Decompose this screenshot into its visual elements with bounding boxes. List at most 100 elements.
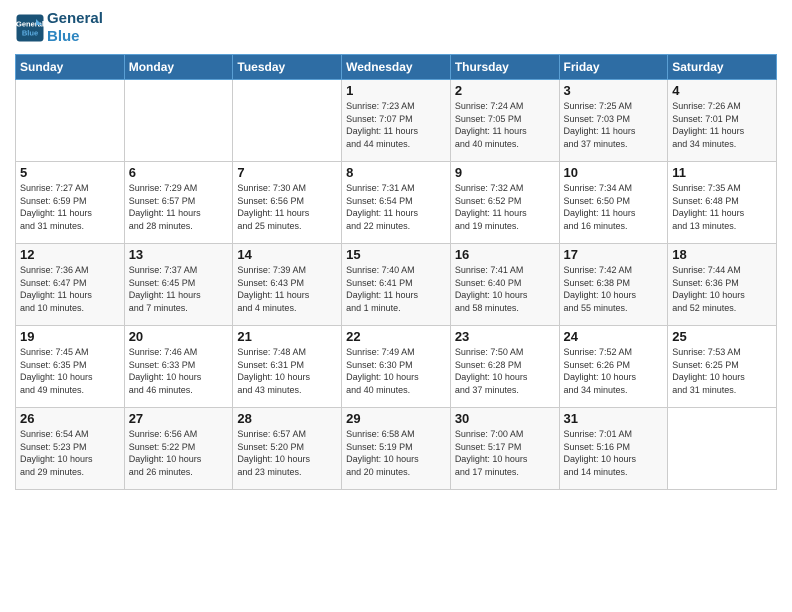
calendar-cell: 17 Sunrise: 7:42 AM Sunset: 6:38 PM Dayli… xyxy=(559,244,668,326)
day-info: Sunrise: 7:23 AM Sunset: 7:07 PM Dayligh… xyxy=(346,100,446,150)
day-number: 7 xyxy=(237,165,337,180)
logo-text-line2: Blue xyxy=(47,28,103,46)
day-info: Sunrise: 6:56 AM Sunset: 5:22 PM Dayligh… xyxy=(129,428,229,478)
day-number: 16 xyxy=(455,247,555,262)
day-number: 18 xyxy=(672,247,772,262)
day-info: Sunrise: 7:49 AM Sunset: 6:30 PM Dayligh… xyxy=(346,346,446,396)
week-row-1: 1 Sunrise: 7:23 AM Sunset: 7:07 PM Daylig… xyxy=(16,80,777,162)
calendar-cell: 22 Sunrise: 7:49 AM Sunset: 6:30 PM Dayli… xyxy=(342,326,451,408)
day-info: Sunrise: 7:37 AM Sunset: 6:45 PM Dayligh… xyxy=(129,264,229,314)
calendar-cell: 21 Sunrise: 7:48 AM Sunset: 6:31 PM Dayli… xyxy=(233,326,342,408)
week-row-4: 19 Sunrise: 7:45 AM Sunset: 6:35 PM Dayli… xyxy=(16,326,777,408)
day-info: Sunrise: 7:25 AM Sunset: 7:03 PM Dayligh… xyxy=(564,100,664,150)
day-info: Sunrise: 7:29 AM Sunset: 6:57 PM Dayligh… xyxy=(129,182,229,232)
day-info: Sunrise: 7:42 AM Sunset: 6:38 PM Dayligh… xyxy=(564,264,664,314)
calendar-cell: 6 Sunrise: 7:29 AM Sunset: 6:57 PM Daylig… xyxy=(124,162,233,244)
logo-icon: General Blue xyxy=(15,13,45,43)
week-row-5: 26 Sunrise: 6:54 AM Sunset: 5:23 PM Dayli… xyxy=(16,408,777,490)
calendar-cell: 29 Sunrise: 6:58 AM Sunset: 5:19 PM Dayli… xyxy=(342,408,451,490)
calendar-cell: 26 Sunrise: 6:54 AM Sunset: 5:23 PM Dayli… xyxy=(16,408,125,490)
header-saturday: Saturday xyxy=(668,55,777,80)
calendar-cell: 27 Sunrise: 6:56 AM Sunset: 5:22 PM Dayli… xyxy=(124,408,233,490)
day-number: 12 xyxy=(20,247,120,262)
calendar-cell: 23 Sunrise: 7:50 AM Sunset: 6:28 PM Dayli… xyxy=(450,326,559,408)
calendar-cell: 5 Sunrise: 7:27 AM Sunset: 6:59 PM Daylig… xyxy=(16,162,125,244)
day-number: 14 xyxy=(237,247,337,262)
calendar-cell xyxy=(124,80,233,162)
day-number: 1 xyxy=(346,83,446,98)
calendar-cell: 8 Sunrise: 7:31 AM Sunset: 6:54 PM Daylig… xyxy=(342,162,451,244)
calendar-cell: 2 Sunrise: 7:24 AM Sunset: 7:05 PM Daylig… xyxy=(450,80,559,162)
calendar-header-row: SundayMondayTuesdayWednesdayThursdayFrid… xyxy=(16,55,777,80)
calendar-cell: 13 Sunrise: 7:37 AM Sunset: 6:45 PM Dayli… xyxy=(124,244,233,326)
day-info: Sunrise: 6:57 AM Sunset: 5:20 PM Dayligh… xyxy=(237,428,337,478)
day-info: Sunrise: 7:31 AM Sunset: 6:54 PM Dayligh… xyxy=(346,182,446,232)
day-number: 27 xyxy=(129,411,229,426)
calendar-cell: 25 Sunrise: 7:53 AM Sunset: 6:25 PM Dayli… xyxy=(668,326,777,408)
svg-text:Blue: Blue xyxy=(22,29,38,38)
header-friday: Friday xyxy=(559,55,668,80)
day-number: 31 xyxy=(564,411,664,426)
day-info: Sunrise: 7:50 AM Sunset: 6:28 PM Dayligh… xyxy=(455,346,555,396)
calendar-cell: 19 Sunrise: 7:45 AM Sunset: 6:35 PM Dayli… xyxy=(16,326,125,408)
day-info: Sunrise: 7:45 AM Sunset: 6:35 PM Dayligh… xyxy=(20,346,120,396)
day-info: Sunrise: 6:54 AM Sunset: 5:23 PM Dayligh… xyxy=(20,428,120,478)
calendar-cell xyxy=(16,80,125,162)
logo-text-line1: General xyxy=(47,10,103,28)
header: General Blue General Blue xyxy=(15,10,777,46)
day-number: 23 xyxy=(455,329,555,344)
day-info: Sunrise: 7:41 AM Sunset: 6:40 PM Dayligh… xyxy=(455,264,555,314)
calendar-body: 1 Sunrise: 7:23 AM Sunset: 7:07 PM Daylig… xyxy=(16,80,777,490)
day-number: 9 xyxy=(455,165,555,180)
day-info: Sunrise: 7:24 AM Sunset: 7:05 PM Dayligh… xyxy=(455,100,555,150)
page-container: General Blue General Blue SundayMondayTu… xyxy=(0,0,792,500)
calendar-cell: 14Sunrise: 7:39 AM Sunset: 6:43 PM Dayli… xyxy=(233,244,342,326)
day-info: Sunrise: 7:32 AM Sunset: 6:52 PM Dayligh… xyxy=(455,182,555,232)
calendar-cell: 31 Sunrise: 7:01 AM Sunset: 5:16 PM Dayli… xyxy=(559,408,668,490)
day-info: Sunrise: 7:53 AM Sunset: 6:25 PM Dayligh… xyxy=(672,346,772,396)
day-number: 8 xyxy=(346,165,446,180)
day-info: Sunrise: 7:52 AM Sunset: 6:26 PM Dayligh… xyxy=(564,346,664,396)
header-tuesday: Tuesday xyxy=(233,55,342,80)
header-sunday: Sunday xyxy=(16,55,125,80)
day-info: Sunrise: 7:00 AM Sunset: 5:17 PM Dayligh… xyxy=(455,428,555,478)
calendar-table: SundayMondayTuesdayWednesdayThursdayFrid… xyxy=(15,54,777,490)
day-info: Sunrise: 7:34 AM Sunset: 6:50 PM Dayligh… xyxy=(564,182,664,232)
day-number: 6 xyxy=(129,165,229,180)
day-number: 26 xyxy=(20,411,120,426)
calendar-cell: 30Sunrise: 7:00 AM Sunset: 5:17 PM Dayli… xyxy=(450,408,559,490)
header-wednesday: Wednesday xyxy=(342,55,451,80)
calendar-cell: 15Sunrise: 7:40 AM Sunset: 6:41 PM Dayli… xyxy=(342,244,451,326)
header-monday: Monday xyxy=(124,55,233,80)
calendar-cell: 16 Sunrise: 7:41 AM Sunset: 6:40 PM Dayli… xyxy=(450,244,559,326)
day-info: Sunrise: 6:58 AM Sunset: 5:19 PM Dayligh… xyxy=(346,428,446,478)
calendar-cell: 4 Sunrise: 7:26 AM Sunset: 7:01 PM Daylig… xyxy=(668,80,777,162)
day-info: Sunrise: 7:44 AM Sunset: 6:36 PM Dayligh… xyxy=(672,264,772,314)
day-number: 24 xyxy=(564,329,664,344)
week-row-2: 5 Sunrise: 7:27 AM Sunset: 6:59 PM Daylig… xyxy=(16,162,777,244)
day-number: 4 xyxy=(672,83,772,98)
day-info: Sunrise: 7:35 AM Sunset: 6:48 PM Dayligh… xyxy=(672,182,772,232)
day-number: 29 xyxy=(346,411,446,426)
calendar-cell: 18 Sunrise: 7:44 AM Sunset: 6:36 PM Dayli… xyxy=(668,244,777,326)
day-number: 19 xyxy=(20,329,120,344)
day-number: 13 xyxy=(129,247,229,262)
day-info: Sunrise: 7:30 AM Sunset: 6:56 PM Dayligh… xyxy=(237,182,337,232)
day-info: Sunrise: 7:48 AM Sunset: 6:31 PM Dayligh… xyxy=(237,346,337,396)
calendar-cell: 1 Sunrise: 7:23 AM Sunset: 7:07 PM Daylig… xyxy=(342,80,451,162)
day-number: 20 xyxy=(129,329,229,344)
day-info: Sunrise: 7:27 AM Sunset: 6:59 PM Dayligh… xyxy=(20,182,120,232)
calendar-cell: 24 Sunrise: 7:52 AM Sunset: 6:26 PM Dayli… xyxy=(559,326,668,408)
calendar-cell: 12Sunrise: 7:36 AM Sunset: 6:47 PM Dayli… xyxy=(16,244,125,326)
calendar-cell: 11Sunrise: 7:35 AM Sunset: 6:48 PM Dayli… xyxy=(668,162,777,244)
day-number: 17 xyxy=(564,247,664,262)
day-info: Sunrise: 7:26 AM Sunset: 7:01 PM Dayligh… xyxy=(672,100,772,150)
day-number: 21 xyxy=(237,329,337,344)
calendar-cell: 20Sunrise: 7:46 AM Sunset: 6:33 PM Dayli… xyxy=(124,326,233,408)
day-number: 22 xyxy=(346,329,446,344)
day-info: Sunrise: 7:01 AM Sunset: 5:16 PM Dayligh… xyxy=(564,428,664,478)
day-number: 5 xyxy=(20,165,120,180)
day-number: 2 xyxy=(455,83,555,98)
day-number: 25 xyxy=(672,329,772,344)
logo: General Blue General Blue xyxy=(15,10,103,46)
